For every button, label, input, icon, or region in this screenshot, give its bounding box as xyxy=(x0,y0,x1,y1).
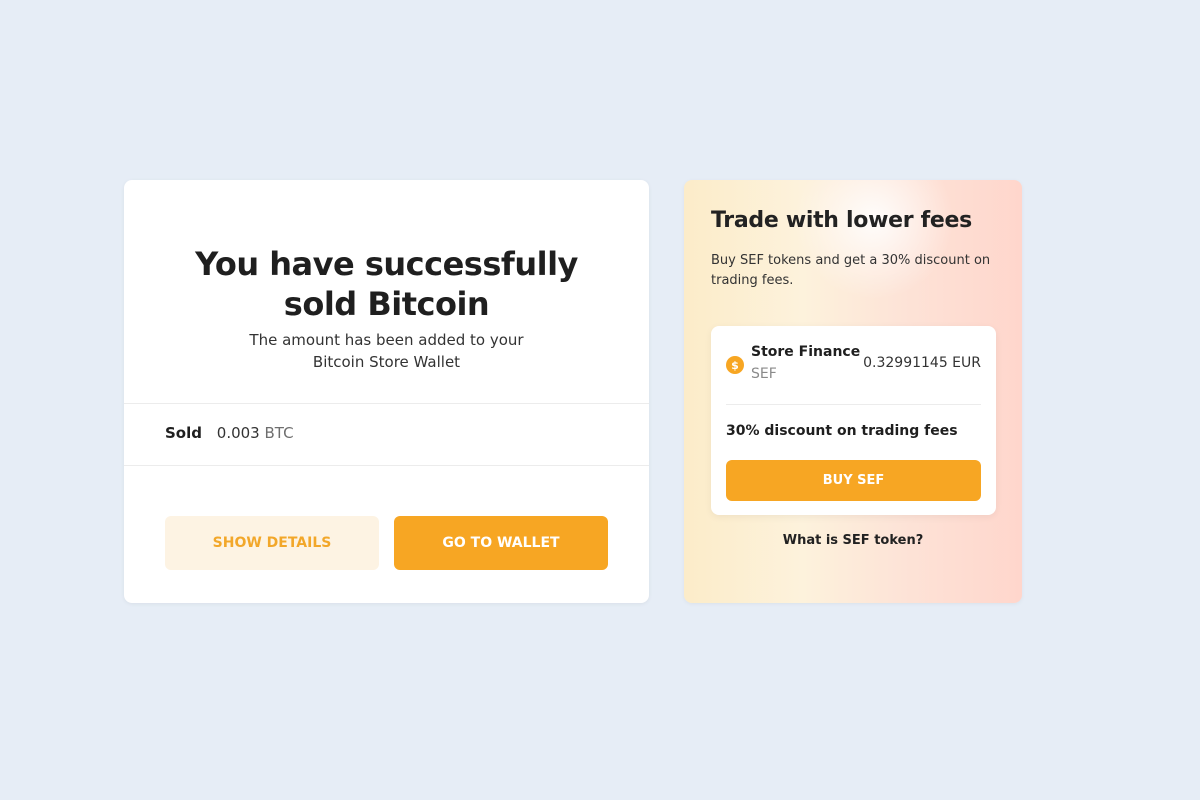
success-title-line2: sold Bitcoin xyxy=(283,285,490,323)
discount-text: 30% discount on trading fees xyxy=(726,423,958,439)
sold-row: Sold 0.003 BTC xyxy=(165,423,294,443)
sold-unit: BTC xyxy=(264,424,294,442)
success-subtitle: The amount has been added to your Bitcoi… xyxy=(124,329,649,373)
sold-label: Sold xyxy=(165,424,202,442)
promo-description: Buy SEF tokens and get a 30% discount on… xyxy=(711,253,991,288)
token-name: Store Finance xyxy=(751,344,861,360)
what-is-sef-link[interactable]: What is SEF token? xyxy=(684,533,1022,548)
success-card: You have successfully sold Bitcoin The a… xyxy=(124,180,649,603)
token-symbol: SEF xyxy=(751,366,777,382)
token-panel: $ Store Finance SEF 0.32991145 EUR 30% d… xyxy=(711,326,996,515)
sold-amount: 0.003 xyxy=(216,424,260,442)
divider-top xyxy=(124,403,649,404)
promo-title: Trade with lower fees xyxy=(711,208,972,233)
token-divider xyxy=(726,404,981,405)
token-price: 0.32991145 EUR xyxy=(863,355,981,371)
promo-card: Trade with lower fees Buy SEF tokens and… xyxy=(684,180,1022,603)
success-subtitle-line1: The amount has been added to your xyxy=(249,331,524,349)
success-subtitle-line2: Bitcoin Store Wallet xyxy=(312,353,461,371)
divider-bottom xyxy=(124,465,649,466)
coin-icon: $ xyxy=(726,356,744,374)
success-title: You have successfully sold Bitcoin xyxy=(124,244,649,324)
show-details-button[interactable]: SHOW DETAILS xyxy=(165,516,379,570)
success-title-line1: You have successfully xyxy=(195,245,578,283)
buy-sef-button[interactable]: BUY SEF xyxy=(726,460,981,501)
go-to-wallet-button[interactable]: GO TO WALLET xyxy=(394,516,608,570)
